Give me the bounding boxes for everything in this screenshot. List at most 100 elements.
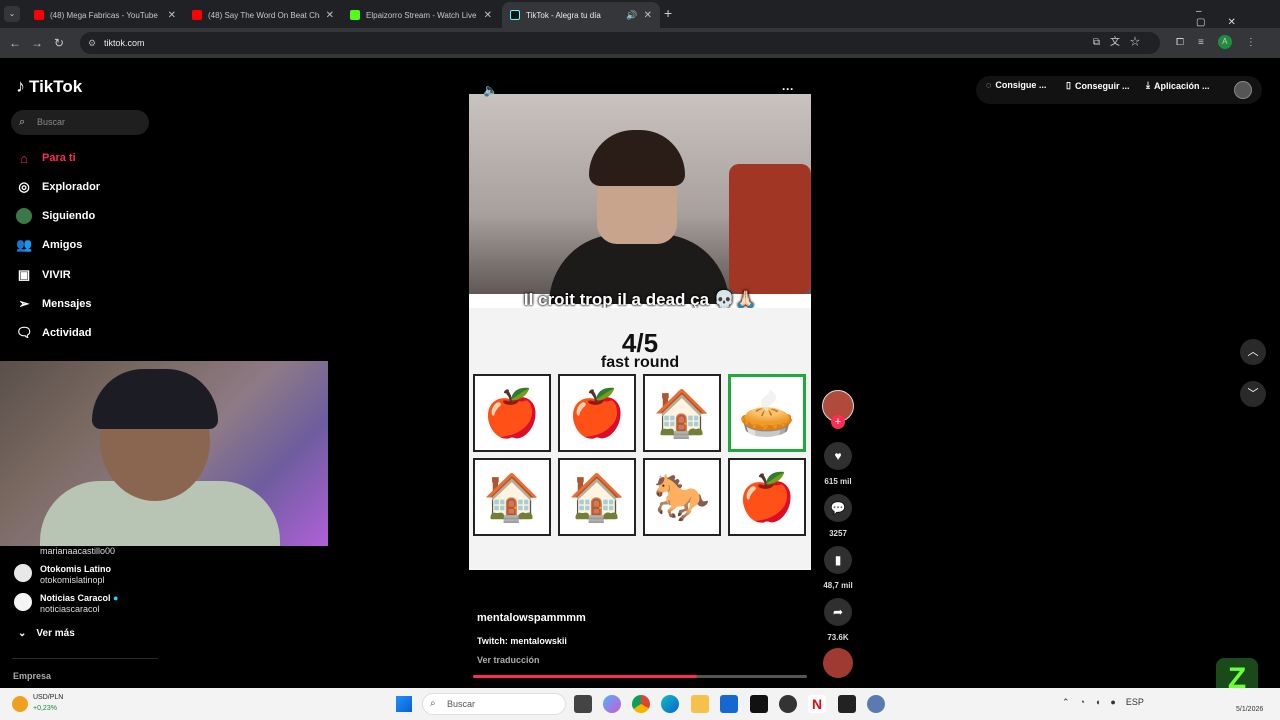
volume-icon[interactable]: ◖ bbox=[1095, 697, 1100, 708]
previous-video-button[interactable]: ︿ bbox=[1240, 339, 1266, 365]
reload-icon[interactable]: ↻ bbox=[48, 36, 70, 50]
video-player[interactable]: Il croit trop il a dead ça 💀🙏🏻 4/5 fast … bbox=[469, 94, 811, 570]
next-video-button[interactable]: ﹀ bbox=[1240, 381, 1266, 407]
nav-label: Explorador bbox=[42, 181, 101, 193]
language-indicator[interactable]: ESP bbox=[1126, 697, 1144, 708]
volume-icon[interactable]: 🔈 bbox=[483, 83, 498, 97]
speaker-icon[interactable]: 🔊 bbox=[626, 10, 637, 21]
tab-title: (48) Say The Word On Beat Cha bbox=[208, 10, 320, 20]
edge-icon[interactable] bbox=[661, 695, 679, 713]
copilot-icon[interactable] bbox=[603, 695, 621, 713]
forward-icon[interactable]: → bbox=[26, 36, 48, 50]
nav-item-siguiendo[interactable]: Siguiendo bbox=[16, 206, 95, 226]
task-view-icon[interactable] bbox=[574, 695, 592, 713]
tab-search-button[interactable]: ⌄ bbox=[4, 6, 20, 22]
taskbar-date[interactable]: 5/1/2026 bbox=[1236, 706, 1263, 713]
tiktok-icon bbox=[510, 10, 520, 20]
round-text: fast round bbox=[600, 354, 680, 371]
get-coins-button[interactable]: ◌ Consigue ... bbox=[986, 80, 1046, 90]
get-app-button[interactable]: ▯ Conseguir ... bbox=[1066, 80, 1129, 91]
browser-menu-area: ⧠ ≡ A ⋮ bbox=[1176, 35, 1256, 49]
comment-icon: 💬 bbox=[830, 501, 846, 515]
new-tab-button[interactable]: + bbox=[664, 5, 672, 21]
maximize-icon[interactable]: ▢ bbox=[1196, 17, 1227, 28]
tab-youtube-1[interactable]: (48) Mega Fabricas - YouTube ✕ bbox=[26, 2, 184, 28]
see-more-label: Ver más bbox=[36, 628, 75, 639]
taskbar-search-input[interactable]: ⌕ Buscar bbox=[422, 693, 566, 715]
tab-kick[interactable]: Elpaizorro Stream - Watch Live ✕ bbox=[342, 2, 500, 28]
company-link[interactable]: Empresa bbox=[13, 671, 51, 681]
video-username[interactable]: mentalowspammmm bbox=[477, 612, 586, 624]
user-avatar[interactable] bbox=[1234, 81, 1252, 99]
save-button[interactable]: ▮ bbox=[824, 546, 852, 574]
site-info-icon[interactable]: ⚙ bbox=[88, 32, 96, 54]
comments-count: 3257 bbox=[829, 529, 847, 538]
sound-avatar[interactable] bbox=[823, 648, 853, 678]
following-account[interactable]: Otokomis Latino otokomislatinopl bbox=[14, 564, 111, 586]
share-button[interactable]: ➦ bbox=[824, 598, 852, 626]
tab-tiktok[interactable]: TikTok - Alegra tu día 🔊 ✕ bbox=[502, 2, 660, 28]
system-tray: ⌃ ◔ ◖ ● ESP bbox=[1062, 697, 1144, 708]
window-controls: –▢✕ bbox=[1196, 6, 1280, 28]
close-window-icon[interactable]: ✕ bbox=[1227, 17, 1257, 28]
settings-icon[interactable] bbox=[867, 695, 885, 713]
follow-plus-icon[interactable]: + bbox=[831, 415, 845, 429]
webcam-person-cap bbox=[92, 369, 218, 429]
close-tab-icon[interactable]: ✕ bbox=[326, 10, 334, 21]
kebab-menu-icon[interactable]: ⋮ bbox=[1246, 37, 1256, 48]
search-icon: ⌕ bbox=[430, 698, 436, 709]
netflix-icon[interactable]: N bbox=[808, 695, 826, 713]
close-tab-icon[interactable]: ✕ bbox=[168, 10, 176, 21]
tab-title: (48) Mega Fabricas - YouTube bbox=[50, 10, 158, 20]
more-options-icon[interactable]: ··· bbox=[782, 82, 794, 96]
back-icon[interactable]: ← bbox=[4, 36, 26, 50]
ticker-label[interactable]: USD/PLN bbox=[33, 694, 63, 701]
microphone-icon[interactable]: ● bbox=[1110, 697, 1115, 708]
chevron-up-icon[interactable]: ⌃ bbox=[1062, 697, 1070, 708]
account-text: marianaacastillo00 bbox=[14, 546, 115, 557]
following-account[interactable]: Noticias Caracol ● noticiascaracol bbox=[14, 593, 118, 615]
nav-item-actividad[interactable]: 🗨 Actividad bbox=[16, 323, 92, 343]
weather-icon bbox=[12, 696, 28, 712]
kick-icon bbox=[350, 10, 360, 20]
nav-label: Mensajes bbox=[42, 298, 92, 310]
nav-item-mensajes[interactable]: ➢ Mensajes bbox=[16, 294, 92, 314]
tiktok-logo[interactable]: ♪ TikTok bbox=[16, 76, 82, 97]
chrome-icon[interactable] bbox=[632, 695, 650, 713]
nav-item-amigos[interactable]: 👥 Amigos bbox=[16, 235, 82, 255]
tab-title: Elpaizorro Stream - Watch Live bbox=[366, 10, 477, 20]
account-handle: noticiascaracol bbox=[40, 604, 100, 614]
capcut-icon[interactable] bbox=[838, 695, 856, 713]
search-input[interactable]: ⌕ Buscar bbox=[11, 110, 149, 135]
close-tab-icon[interactable]: ✕ bbox=[644, 10, 652, 21]
tiktok-app-icon[interactable] bbox=[750, 695, 768, 713]
nav-item-explorador[interactable]: ◎ Explorador bbox=[16, 177, 100, 197]
compass-icon: ◎ bbox=[18, 179, 30, 194]
close-tab-icon[interactable]: ✕ bbox=[484, 10, 492, 21]
see-more-button[interactable]: ⌄ Ver más bbox=[18, 628, 75, 639]
like-button[interactable]: ♥ bbox=[824, 442, 852, 470]
address-bar[interactable]: ⚙ tiktok.com ⧉文☆ bbox=[80, 32, 1160, 54]
nav-item-para-ti[interactable]: ⌂ Para ti bbox=[16, 148, 76, 168]
minimize-icon[interactable]: – bbox=[1196, 6, 1224, 17]
video-progress-bar[interactable] bbox=[473, 675, 807, 678]
reading-list-icon[interactable]: ≡ bbox=[1198, 37, 1204, 48]
video-description: Twitch: mentalowskii bbox=[477, 636, 567, 646]
store-icon[interactable] bbox=[720, 695, 738, 713]
windows-start-icon[interactable] bbox=[396, 696, 412, 712]
app-icon[interactable] bbox=[779, 695, 797, 713]
file-explorer-icon[interactable] bbox=[691, 695, 709, 713]
following-account[interactable]: marianaacastillo00 bbox=[14, 546, 115, 557]
nav-item-vivir[interactable]: ▣ VIVIR bbox=[16, 265, 71, 285]
desktop-app-button[interactable]: ⤓ Aplicación ... bbox=[1146, 80, 1210, 91]
comment-button[interactable]: 💬 bbox=[824, 494, 852, 522]
profile-avatar[interactable]: A bbox=[1217, 35, 1232, 49]
video-stream-scene bbox=[469, 94, 811, 304]
home-icon: ⌂ bbox=[20, 150, 28, 166]
logo-text: TikTok bbox=[29, 76, 83, 96]
wifi-icon[interactable]: ◔ bbox=[1080, 697, 1085, 708]
extensions-icon[interactable]: ⧠ bbox=[1176, 37, 1184, 48]
translate-link[interactable]: Ver traducción bbox=[477, 655, 540, 665]
game-cell: 🏠 bbox=[643, 374, 721, 452]
tab-youtube-2[interactable]: (48) Say The Word On Beat Cha ✕ bbox=[184, 2, 342, 28]
